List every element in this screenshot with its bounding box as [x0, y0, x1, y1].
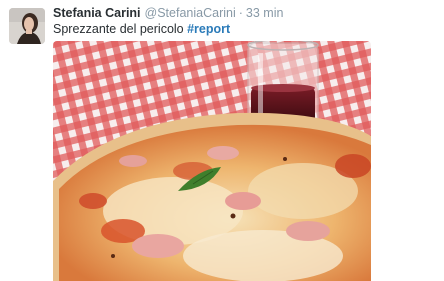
timestamp[interactable]: 33 min [246, 6, 284, 20]
wine-glass [247, 41, 319, 126]
avatar[interactable] [9, 8, 45, 44]
hashtag-link[interactable]: #report [187, 22, 230, 36]
avatar-image [9, 8, 45, 44]
separator-dot: · [238, 6, 243, 20]
tweet-header: Stefania Carini @StefaniaCarini · 33 min [53, 6, 283, 21]
tweet-photo[interactable] [53, 41, 371, 281]
author-handle[interactable]: @StefaniaCarini [145, 6, 236, 20]
tweet[interactable]: Stefania Carini @StefaniaCarini · 33 min Sp… [0, 0, 444, 281]
author-name[interactable]: Stefania Carini [53, 6, 141, 20]
pizza-photo [53, 41, 371, 281]
tweet-text-body: Sprezzante del pericolo [53, 22, 188, 36]
tweet-text: Sprezzante del pericolo #report [53, 21, 230, 37]
